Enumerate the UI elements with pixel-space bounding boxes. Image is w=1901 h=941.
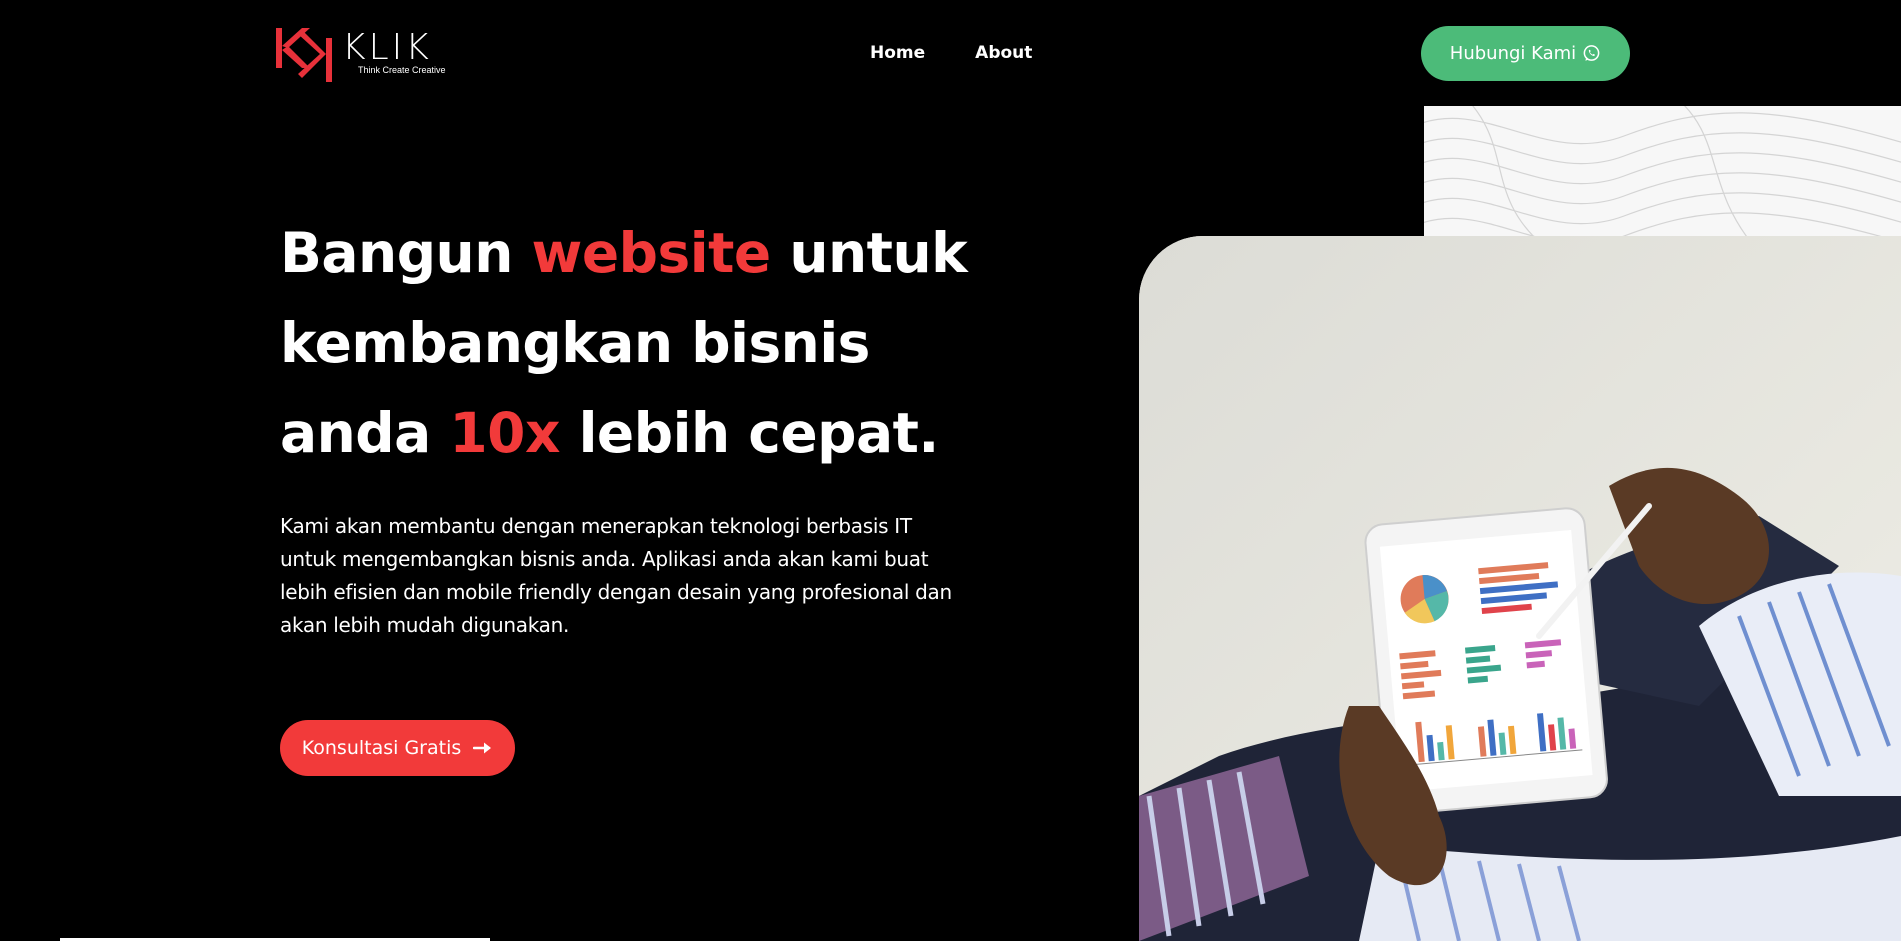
nav-link-about[interactable]: About [975,40,1032,66]
tablet-analytics-illustration [1139,236,1901,941]
logo-wordmark: KLIK [342,27,432,68]
main-nav: Home About [870,40,1032,66]
wave-pattern-panel [1424,106,1901,236]
logo-tagline: Think Create Creative [358,65,446,75]
wave-pattern-graphic [1424,106,1901,236]
free-consultation-label: Konsultasi Gratis [301,737,462,759]
contact-button-label: Hubungi Kami [1449,43,1577,64]
hero-headline-accent-website: website [531,221,772,285]
landing-page: KLIK Think Create Creative Home About Hu… [0,0,1901,941]
contact-button[interactable]: Hubungi Kami [1421,26,1630,81]
nav-link-home[interactable]: Home [870,40,925,66]
klik-logo[interactable]: KLIK Think Create Creative [272,24,472,82]
hero-headline-part1: Bangun [280,221,532,285]
hero-headline: Bangun website untuk kembangkan bisnis a… [280,208,1000,478]
site-header: KLIK Think Create Creative Home About Hu… [0,0,1901,106]
hero-description: Kami akan membantu dengan menerapkan tek… [280,514,952,637]
free-consultation-button[interactable]: Konsultasi Gratis [280,720,515,776]
hero-headline-part3: lebih cepat. [559,401,940,465]
arrow-right-icon [473,742,492,754]
whatsapp-icon [1583,45,1600,61]
hero-headline-accent-10x: 10x [449,401,560,465]
klik-logo-mark-icon [276,28,332,82]
hero-photo-tablet-analytics [1139,236,1901,941]
